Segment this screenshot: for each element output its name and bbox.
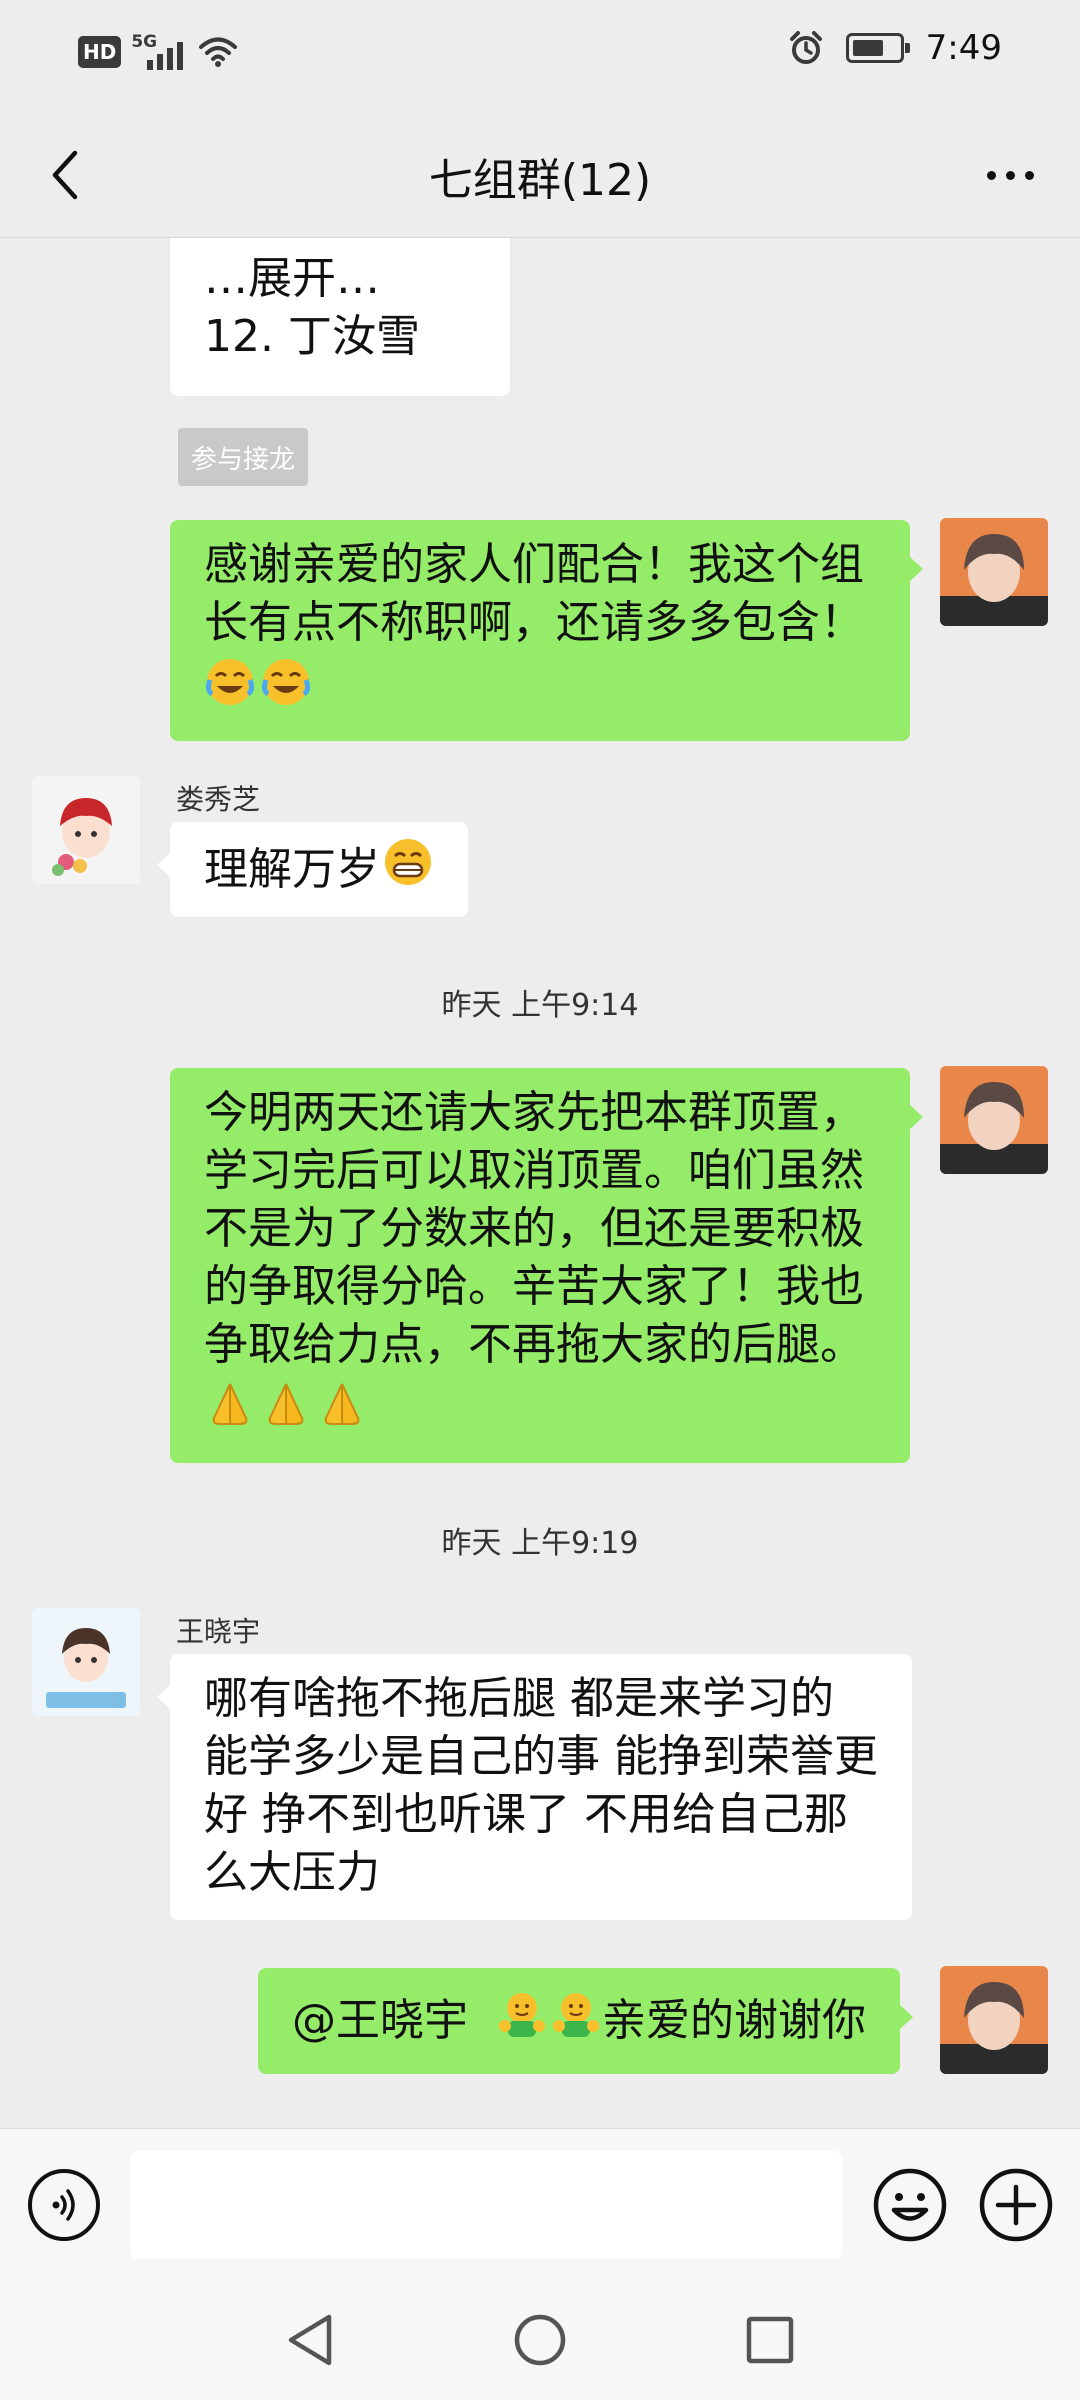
plus-icon	[979, 2168, 1053, 2242]
status-bar: HD 5G 7:49	[0, 0, 1080, 110]
nav-back-icon	[288, 2314, 332, 2366]
battery-icon	[845, 33, 910, 63]
message-bubble-self[interactable]: 感谢亲爱的家人们配合！我这个组长有点不称职啊，还请多多包含！	[170, 520, 923, 741]
mention-tag[interactable]: @王晓宇	[292, 1992, 468, 2050]
message-text: 感谢亲爱的家人们配合！我这个组长有点不称职啊，还请多多包含！	[204, 539, 864, 648]
status-right: 7:49	[788, 28, 1002, 68]
avatar-lou-xiuzhi[interactable]	[32, 776, 140, 884]
message-bubble-other[interactable]: 哪有啥拖不拖后腿 都是来学习的 能学多少是自己的事 能挣到荣誉更好 挣不到也听课…	[157, 1654, 912, 1920]
emoji-row	[496, 1988, 602, 2055]
input-bar	[0, 2128, 1080, 2280]
emoji-row	[204, 1378, 876, 1445]
sender-name: 娄秀芝	[176, 783, 261, 816]
folded-hands-icon	[260, 1378, 312, 1445]
folded-hands-icon	[316, 1378, 368, 1445]
avatar-self[interactable]	[940, 518, 1048, 626]
nav-recents-button[interactable]	[740, 2310, 800, 2370]
sender-name: 王晓宇	[176, 1615, 261, 1648]
message-bubble-self[interactable]: @王晓宇 亲爱的谢谢你	[258, 1968, 913, 2074]
solitaire-entry: 12. 丁汝雪	[204, 311, 420, 362]
nav-home-icon	[514, 2314, 566, 2366]
avatar-self[interactable]	[940, 1066, 1048, 1174]
wifi-icon	[199, 37, 238, 67]
nav-back-button[interactable]	[280, 2310, 340, 2370]
avatar-wang-xiaoyu[interactable]	[32, 1608, 140, 1716]
message-text: 理解万岁	[204, 843, 380, 895]
message-input[interactable]	[130, 2151, 842, 2259]
voice-icon	[52, 2189, 75, 2221]
system-navigation-bar	[0, 2280, 1080, 2400]
status-left: HD 5G	[78, 32, 238, 72]
emoji-row	[204, 656, 876, 723]
avatar-self[interactable]	[940, 1966, 1048, 2074]
hd-icon: HD	[78, 36, 122, 68]
emoji-button[interactable]	[872, 2167, 948, 2243]
voice-button[interactable]	[28, 2169, 100, 2241]
timestamp: 昨天 上午9:19	[441, 1526, 639, 1561]
hug-icon	[496, 1988, 548, 2055]
chat-title: 七组群(12)	[428, 155, 652, 206]
message-text: 亲爱的谢谢你	[602, 1995, 866, 2046]
join-solitaire-button[interactable]: 参与接龙	[178, 428, 308, 486]
plus-button[interactable]	[978, 2167, 1054, 2243]
message-list[interactable]: …展开… 12. 丁汝雪 参与接龙 感谢亲爱的家人们配合！我这个组长有点不称职啊…	[0, 238, 1080, 2128]
emoji-icon	[873, 2168, 947, 2242]
more-button[interactable]	[970, 140, 1050, 210]
status-time: 7:49	[925, 28, 1002, 68]
expand-link[interactable]: …展开…	[204, 250, 476, 308]
solitaire-card[interactable]: …展开… 12. 丁汝雪	[170, 238, 510, 396]
message-bubble-self[interactable]: 今明两天还请大家先把本群顶置，学习完后可以取消顶置。咱们虽然不是为了分数来的，但…	[170, 1068, 923, 1463]
nav-home-button[interactable]	[510, 2310, 570, 2370]
folded-hands-icon	[204, 1378, 256, 1445]
signal-icon: 5G	[131, 32, 189, 72]
alarm-icon	[789, 31, 822, 64]
message-text: 今明两天还请大家先把本群顶置，学习完后可以取消顶置。咱们虽然不是为了分数来的，但…	[204, 1087, 864, 1370]
chat-header: 七组群(12)	[0, 110, 1080, 238]
face-with-tears-of-joy-icon	[260, 656, 312, 723]
message-text: 哪有啥拖不拖后腿 都是来学习的 能学多少是自己的事 能挣到荣誉更好 挣不到也听课…	[204, 1673, 878, 1898]
grinning-face-icon	[382, 836, 434, 903]
face-with-tears-of-joy-icon	[204, 656, 256, 723]
nav-recents-icon	[746, 2316, 794, 2364]
hug-icon	[550, 1988, 602, 2055]
timestamp: 昨天 上午9:14	[441, 988, 639, 1023]
message-bubble-other[interactable]: 理解万岁	[157, 822, 468, 917]
more-dots-icon	[986, 170, 1034, 180]
